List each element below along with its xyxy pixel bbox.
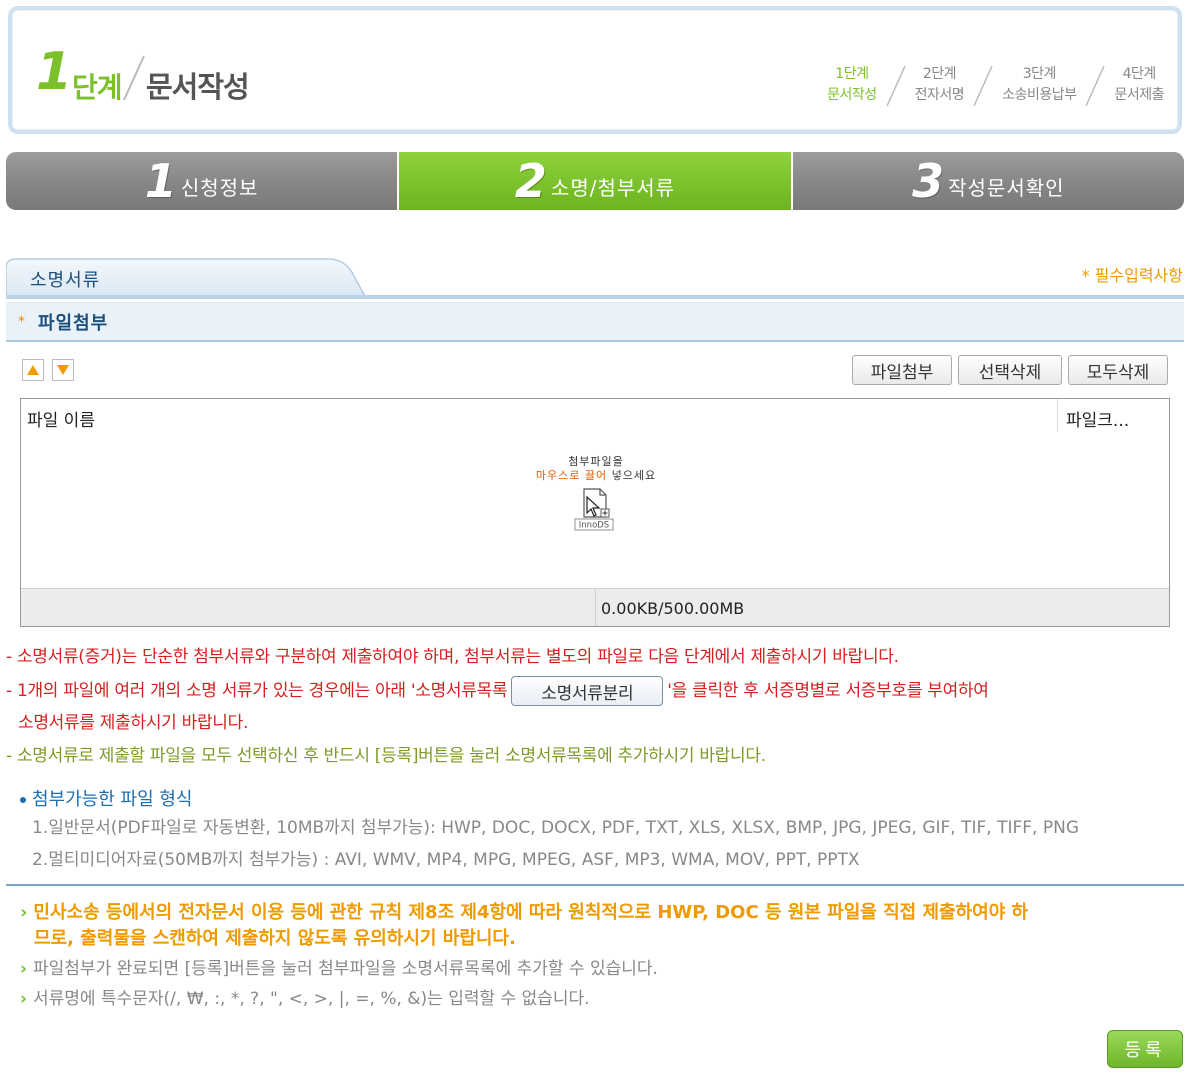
tab-document-review[interactable]: 3 작성문서확인 [792, 152, 1184, 210]
innods-brand: InnoDS [579, 521, 609, 531]
slash-divider-icon [1085, 65, 1106, 107]
notice-register-after-attach: › 파일첨부가 완료되면 [등록]버튼을 눌러 첨부파일을 소명서류목록에 추가할… [20, 959, 658, 979]
step-header: 1 단계 문서작성 1단계 문서작성 2단계 전자서명 3단계 소송비용납부 4단계 문… [8, 6, 1182, 134]
register-button[interactable]: 등록 [1107, 1030, 1183, 1068]
notice-original-files: › 민사소송 등에서의 전자문서 이용 등에 관한 규칙 제8조 제4항에 따라 … [20, 902, 1029, 923]
allowed-formats-documents: 1.일반문서(PDF파일로 자동변환, 10MB까지 첨부가능): HWP, D… [32, 818, 1079, 838]
file-attach-header: * 파일첨부 [6, 302, 1184, 342]
step-unit: 단계 [72, 71, 123, 104]
sub-step-tabs: 1 신청정보 2 소명/첨부서류 3 작성문서확인 [6, 152, 1184, 210]
allowed-formats-multimedia: 2.멀티미디어자료(50MB까지 첨부가능) : AVI, WMV, MP4, … [32, 850, 860, 870]
file-drop-list[interactable]: 파일 이름 파일크... 첨부파일을 마우스로 끌어 넣으세요 InnoDS 0… [20, 398, 1170, 627]
notice-original-files-cont: 므로, 출력물을 스캔하여 제출하지 않도록 유의하시기 바랍니다. [34, 928, 516, 949]
mini-step-1: 1단계 문서작성 [827, 66, 877, 103]
mini-step-2: 2단계 전자서명 [914, 66, 965, 103]
arrow-up-icon [27, 365, 39, 375]
step-title: 문서작성 [146, 70, 250, 104]
allowed-formats-title: 첨부가능한 파일 형식 [20, 785, 192, 811]
chevron-right-icon: › [20, 989, 28, 1009]
split-evidence-button[interactable]: 소명서류분리 [511, 676, 664, 706]
section-divider [6, 884, 1184, 886]
file-attach-title: 파일첨부 [38, 313, 109, 334]
chevron-right-icon: › [20, 959, 28, 979]
move-down-button[interactable] [52, 359, 74, 381]
move-up-button[interactable] [22, 359, 44, 381]
required-note: * 필수입력사항 [1081, 266, 1183, 285]
column-file-name[interactable]: 파일 이름 [27, 406, 95, 431]
notice-split-evidence: - 1개의 파일에 여러 개의 소명 서류가 있는 경우에는 아래 '소명서류목… [6, 676, 989, 706]
step-progress: 1단계 문서작성 2단계 전자서명 3단계 소송비용납부 4단계 문서제출 [827, 64, 1164, 110]
mini-step-3: 3단계 소송비용납부 [1002, 66, 1077, 103]
required-star: * [18, 314, 25, 330]
arrow-down-icon [57, 365, 69, 375]
file-list-footer: 0.00KB/500.00MB [21, 588, 1169, 626]
tab-application-info[interactable]: 1 신청정보 [6, 152, 400, 210]
delete-all-button[interactable]: 모두삭제 [1068, 355, 1168, 385]
section-divider [6, 295, 1184, 299]
attach-file-button[interactable]: 파일첨부 [852, 355, 952, 385]
file-list-header: 파일 이름 파일크... [21, 399, 1169, 432]
notice-special-chars: › 서류명에 특수문자(/, ₩, :, *, ?, ", <, >, |, =,… [20, 989, 590, 1009]
notice-split-evidence-cont: 소명서류를 제출하시기 바랍니다. [18, 713, 249, 733]
slash-divider-icon [885, 65, 906, 107]
header-spacer [1137, 399, 1169, 432]
section-title: 소명서류 [30, 270, 101, 291]
mini-step-4: 4단계 문서제출 [1114, 66, 1164, 103]
capacity-indicator: 0.00KB/500.00MB [601, 599, 745, 618]
chevron-right-icon: › [20, 902, 28, 923]
drag-file-icon: InnoDS [574, 488, 614, 531]
notice-register-reminder: - 소명서류로 제출할 파일을 모두 선택하신 후 반드시 [등록]버튼을 눌러… [6, 746, 766, 766]
bullet-dot-icon [20, 797, 26, 803]
notice-evidence-separate: - 소명서류(증거)는 단순한 첨부서류와 구분하여 제출하여야 하며, 첨부서… [6, 647, 899, 667]
slash-divider-icon [123, 55, 145, 101]
drop-hint: 첨부파일을 마우스로 끌어 넣으세요 [535, 455, 657, 482]
tab-evidence-attachments[interactable]: 2 소명/첨부서류 [399, 152, 793, 210]
step-number: 1 [36, 42, 73, 102]
column-file-size[interactable]: 파일크... [1057, 399, 1137, 432]
delete-selected-button[interactable]: 선택삭제 [958, 355, 1062, 385]
slash-divider-icon [973, 65, 993, 107]
